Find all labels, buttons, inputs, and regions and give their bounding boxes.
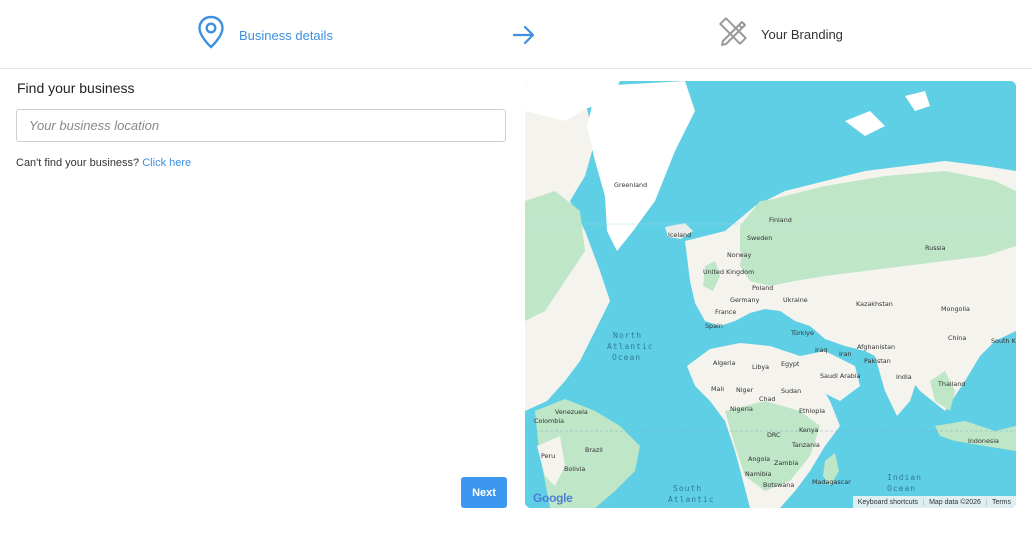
stepper-header: Business details Your Branding (0, 0, 1032, 69)
map-label: Pakistan (864, 357, 891, 365)
map-label: Poland (752, 284, 773, 292)
map-label: France (715, 308, 736, 316)
map-label: Madagascar (812, 478, 851, 486)
map-label: Russia (925, 244, 946, 252)
map-label: Libya (752, 363, 769, 371)
map-pin-icon (197, 15, 225, 54)
ocean-label: Atlantic (607, 342, 654, 351)
map-data-text: Map data ©2026 (923, 498, 986, 506)
google-logo[interactable]: Google (533, 491, 573, 505)
ocean-label: North (613, 331, 642, 340)
map-label: Zambia (774, 459, 798, 467)
map-canvas[interactable]: Greenland Iceland Finland Sweden Norway … (525, 81, 1016, 508)
map-label: Norway (727, 251, 751, 259)
business-location-input[interactable] (16, 109, 506, 142)
map-label: Peru (541, 452, 555, 460)
step-business-details[interactable]: Business details (197, 15, 333, 54)
map-label: Chad (759, 395, 776, 403)
ocean-label: Ocean (887, 484, 916, 493)
google-logo-text: Google (533, 491, 573, 505)
map-label: Sudan (781, 387, 801, 395)
keyboard-shortcuts-link[interactable]: Keyboard shortcuts (853, 499, 923, 506)
map-label: Mali (711, 385, 724, 393)
world-map[interactable]: Greenland Iceland Finland Sweden Norway … (525, 81, 1016, 508)
map-label: South K (991, 337, 1016, 345)
ocean-label: Ocean (612, 353, 641, 362)
map-label: Afghanistan (857, 343, 895, 351)
cant-find-label: Can't find your business? (16, 157, 140, 169)
map-label: Ethiopia (799, 407, 825, 415)
map-label: Iran (839, 350, 851, 358)
cant-find-business-text: Can't find your business? Click here (16, 157, 191, 169)
map-label: Tanzania (791, 441, 820, 449)
map-label: Venezuela (555, 408, 588, 416)
find-business-title: Find your business (17, 80, 135, 96)
ocean-label: South (673, 484, 702, 493)
map-label: United Kingdom (703, 268, 754, 276)
map-label: Thailand (937, 380, 965, 388)
terms-link[interactable]: Terms (985, 498, 1016, 506)
map-label: Nigeria (730, 405, 753, 413)
step-business-details-label: Business details (239, 28, 333, 43)
map-label: Brazil (585, 446, 603, 454)
map-label: Niger (736, 386, 754, 394)
step-your-branding[interactable]: Your Branding (717, 15, 843, 52)
ocean-label: Atlantic (668, 495, 715, 504)
next-button[interactable]: Next (461, 477, 507, 508)
map-label: Iraq (815, 346, 828, 354)
map-label: Finland (769, 216, 792, 224)
map-label: Spain (705, 322, 723, 330)
map-label: Kazakhstan (856, 300, 893, 308)
map-label: Sweden (747, 234, 772, 242)
map-label: India (896, 373, 912, 381)
map-label: Greenland (614, 181, 647, 189)
map-label: Kenya (799, 426, 819, 434)
map-label: Egypt (781, 360, 800, 368)
pencil-ruler-icon (717, 15, 749, 52)
map-label: Indonesia (968, 437, 999, 445)
map-label: Algeria (713, 359, 736, 367)
map-label: Botswana (763, 481, 794, 489)
map-label: China (948, 334, 966, 342)
map-label: Bolivia (564, 465, 585, 473)
map-label: Ukraine (783, 296, 808, 304)
ocean-label: Indian (887, 473, 922, 482)
map-label: Angola (748, 455, 770, 463)
map-label: Namibia (745, 470, 772, 478)
click-here-link[interactable]: Click here (142, 157, 191, 169)
map-label: Germany (730, 296, 760, 304)
map-label: Saudi Arabia (820, 372, 861, 380)
step-your-branding-label: Your Branding (761, 27, 843, 42)
map-label: Colombia (534, 417, 564, 425)
map-label: Türkiye (790, 329, 814, 337)
map-label: DRC (767, 431, 781, 439)
map-label: Iceland (668, 231, 691, 239)
arrow-right-icon (512, 24, 536, 51)
map-label: Mongolia (941, 305, 970, 313)
map-attribution: Keyboard shortcuts Map data ©2026 Terms (852, 496, 1016, 508)
